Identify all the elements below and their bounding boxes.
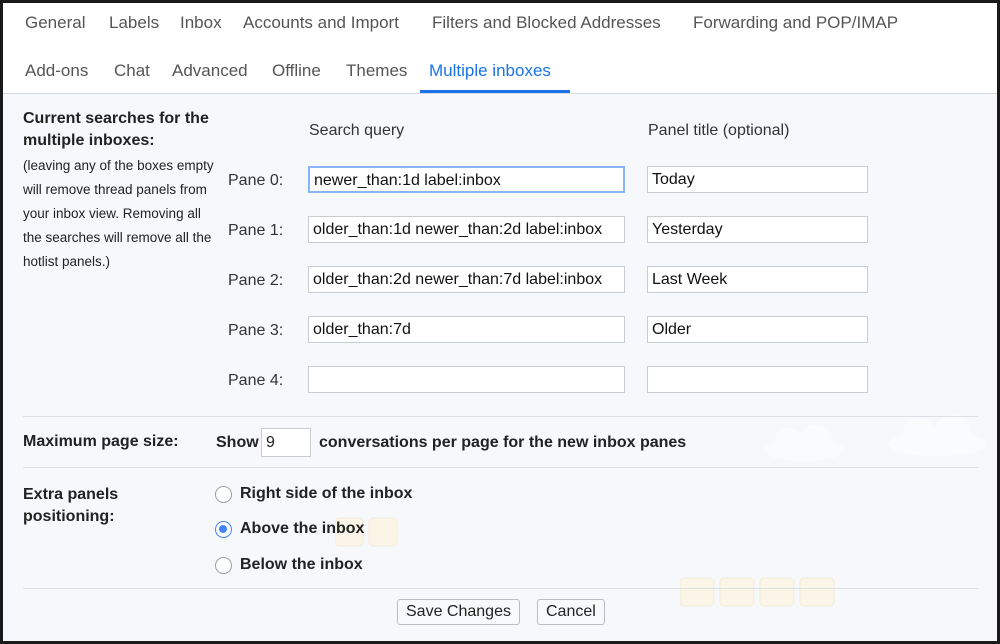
pane-2-query-input[interactable]: older_than:2d newer_than:7d label:inbox bbox=[308, 266, 625, 293]
radio-option-below[interactable]: Below the inbox bbox=[215, 554, 363, 576]
page-size-suffix: conversations per page for the new inbox… bbox=[319, 434, 687, 451]
radio-option-right-side[interactable]: Right side of the inbox bbox=[215, 483, 412, 505]
section-divider bbox=[23, 416, 978, 417]
save-changes-button[interactable]: Save Changes bbox=[397, 599, 520, 625]
pane-3-label: Pane 3: bbox=[228, 322, 284, 339]
pane-4-label: Pane 4: bbox=[228, 372, 284, 389]
radio-label: Right side of the inbox bbox=[240, 485, 413, 502]
multiple-inboxes-settings: Current searches for the multiple inboxe… bbox=[3, 94, 997, 641]
active-tab-indicator bbox=[420, 90, 570, 93]
pane-0-label: Pane 0: bbox=[228, 172, 284, 189]
tab-themes[interactable]: Themes bbox=[346, 61, 407, 81]
pane-1-query-input[interactable]: older_than:1d newer_than:2d label:inbox bbox=[308, 216, 625, 243]
panel-title-header: Panel title (optional) bbox=[648, 122, 790, 139]
pane-3-query-input[interactable]: older_than:7d bbox=[308, 316, 625, 343]
radio-button[interactable] bbox=[215, 556, 232, 574]
radio-label: Below the inbox bbox=[240, 556, 363, 573]
tab-chat[interactable]: Chat bbox=[114, 61, 150, 81]
tab-forwarding-and-pop-imap[interactable]: Forwarding and POP/IMAP bbox=[693, 13, 898, 33]
tab-advanced[interactable]: Advanced bbox=[172, 61, 248, 81]
tab-inbox[interactable]: Inbox bbox=[180, 13, 222, 33]
pane-1-title-input[interactable]: Yesterday bbox=[647, 216, 868, 243]
tab-multiple-inboxes[interactable]: Multiple inboxes bbox=[429, 61, 551, 81]
section-divider bbox=[23, 467, 978, 468]
background-cloud-icon bbox=[764, 425, 844, 461]
settings-window: General Labels Inbox Accounts and Import… bbox=[0, 0, 1000, 644]
current-searches-heading: Current searches for the multiple inboxe… bbox=[23, 110, 209, 149]
pane-1-label: Pane 1: bbox=[228, 222, 284, 239]
pane-2-title-input[interactable]: Last Week bbox=[647, 266, 868, 293]
tab-filters-and-blocked-addresses[interactable]: Filters and Blocked Addresses bbox=[432, 13, 661, 33]
radio-button[interactable] bbox=[215, 485, 232, 503]
pane-4-query-input[interactable] bbox=[308, 366, 625, 393]
background-blocks-icon bbox=[680, 577, 835, 607]
current-searches-note: (leaving any of the boxes empty will rem… bbox=[23, 158, 214, 269]
settings-tab-bar: General Labels Inbox Accounts and Import… bbox=[3, 3, 997, 94]
pane-3-title-input[interactable]: Older bbox=[647, 316, 868, 343]
radio-option-above[interactable]: Above the inbox bbox=[215, 518, 364, 540]
tab-add-ons[interactable]: Add-ons bbox=[25, 61, 88, 81]
tab-general[interactable]: General bbox=[25, 13, 85, 33]
search-query-header: Search query bbox=[309, 122, 405, 139]
section-divider bbox=[23, 588, 978, 589]
tab-labels[interactable]: Labels bbox=[109, 13, 159, 33]
radio-button-selected[interactable] bbox=[215, 520, 232, 538]
max-page-size-label: Maximum page size: bbox=[23, 433, 179, 450]
pane-0-query-input[interactable]: newer_than:1d label:inbox bbox=[308, 166, 625, 193]
radio-label: Above the inbox bbox=[240, 520, 365, 537]
pane-2-label: Pane 2: bbox=[228, 272, 284, 289]
tab-accounts-and-import[interactable]: Accounts and Import bbox=[243, 13, 399, 33]
pane-0-title-input[interactable]: Today bbox=[647, 166, 868, 193]
cancel-button[interactable]: Cancel bbox=[537, 599, 605, 625]
page-size-prefix: Show bbox=[216, 434, 259, 451]
extra-panels-positioning-label: Extra panels positioning: bbox=[23, 486, 119, 525]
pane-4-title-input[interactable] bbox=[647, 366, 868, 393]
background-cloud-icon bbox=[888, 415, 988, 456]
tab-offline[interactable]: Offline bbox=[272, 61, 321, 81]
page-size-input[interactable]: 9 bbox=[261, 428, 311, 457]
